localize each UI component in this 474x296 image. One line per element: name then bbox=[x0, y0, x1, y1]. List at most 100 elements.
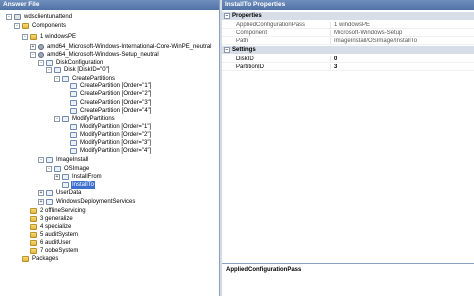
setting-row-diskid[interactable]: DiskID 0 bbox=[222, 55, 474, 63]
setting-name: PartitionID bbox=[236, 63, 265, 70]
expand-icon[interactable]: + bbox=[38, 199, 44, 205]
tree-node[interactable]: + WindowsDeploymentServices bbox=[38, 198, 136, 206]
collapse-icon[interactable]: - bbox=[46, 67, 52, 73]
setting-name: DiskID bbox=[236, 55, 254, 62]
tree-node[interactable]: ModifyPartition [Order="2"] bbox=[62, 131, 152, 139]
item-icon bbox=[70, 140, 77, 146]
tree-node[interactable]: CreatePartition [Order="3"] bbox=[62, 99, 152, 107]
property-row[interactable]: Path ImageInstall/OSImage/InstallTo bbox=[222, 37, 474, 45]
item-icon bbox=[70, 108, 77, 114]
item-icon bbox=[54, 67, 61, 73]
tree-node[interactable]: - Components bbox=[14, 22, 67, 30]
tree-node[interactable]: ModifyPartition [Order="4"] bbox=[62, 147, 152, 155]
collapse-icon[interactable]: − bbox=[224, 13, 230, 19]
collapse-icon[interactable]: - bbox=[30, 52, 36, 58]
tree-node-label: WindowsDeploymentServices bbox=[56, 199, 136, 205]
tree-node-label: ModifyPartition [Order="4"] bbox=[80, 148, 152, 154]
item-icon bbox=[46, 190, 53, 196]
tree-node[interactable]: - ImageInstall bbox=[38, 156, 89, 164]
tree-node[interactable]: - Disk [DiskID="0"] bbox=[46, 66, 110, 74]
tree-node-label: 5 auditSystem bbox=[40, 232, 79, 238]
collapse-icon[interactable]: - bbox=[22, 34, 28, 40]
setting-value[interactable]: 3 bbox=[330, 63, 474, 70]
tree-node[interactable]: + InstallFrom bbox=[54, 173, 103, 181]
tree-node[interactable]: - OSImage bbox=[46, 165, 90, 173]
tree-node-label: ModifyPartition [Order="3"] bbox=[80, 140, 152, 146]
item-icon bbox=[62, 116, 69, 122]
properties-pane: InstallTo Properties − Properties Applie… bbox=[222, 0, 474, 296]
tree-node[interactable]: - amd64_Microsoft-Windows-Setup_neutral bbox=[30, 51, 160, 59]
description-title: AppliedConfigurationPass bbox=[226, 267, 302, 273]
tree-node-label: UserData bbox=[56, 190, 82, 196]
collapse-icon[interactable]: - bbox=[54, 116, 60, 122]
property-value: ImageInstall/OSImage/InstallTo bbox=[330, 37, 474, 44]
component-icon bbox=[38, 44, 44, 50]
expand-icon[interactable]: + bbox=[38, 190, 44, 196]
setting-value[interactable]: 0 bbox=[330, 55, 474, 62]
folder-icon bbox=[30, 232, 37, 238]
properties-section-header[interactable]: − Properties bbox=[222, 12, 474, 20]
properties-section-label: Properties bbox=[232, 13, 262, 19]
tree-node-label: CreatePartition [Order="3"] bbox=[80, 100, 152, 106]
tree-node[interactable]: Packages bbox=[14, 255, 59, 263]
property-row[interactable]: AppliedConfigurationPass 1 windowsPE bbox=[222, 21, 474, 29]
tree-node-label: 7 oobeSystem bbox=[40, 248, 79, 254]
item-icon bbox=[70, 100, 77, 106]
tree-node[interactable]: - wdsclientunattend bbox=[6, 13, 73, 21]
tree-node[interactable]: 3 generalize bbox=[22, 215, 74, 223]
tree-node-label: CreatePartition [Order="1"] bbox=[80, 83, 152, 89]
tree-node[interactable]: ModifyPartition [Order="3"] bbox=[62, 139, 152, 147]
folder-icon bbox=[22, 23, 29, 29]
tree-node[interactable]: 7 oobeSystem bbox=[22, 247, 79, 255]
tree-node[interactable]: CreatePartition [Order="1"] bbox=[62, 82, 152, 90]
collapse-icon[interactable]: - bbox=[54, 76, 60, 82]
collapse-icon[interactable]: - bbox=[38, 60, 44, 66]
properties-title: InstallTo Properties bbox=[222, 0, 474, 10]
tree-node-label: InstallFrom bbox=[72, 174, 102, 180]
item-icon bbox=[46, 157, 53, 163]
item-icon bbox=[70, 91, 77, 97]
collapse-icon[interactable]: - bbox=[46, 166, 52, 172]
collapse-icon[interactable]: − bbox=[224, 47, 230, 53]
component-icon bbox=[38, 52, 44, 58]
tree-node-label: amd64_Microsoft-Windows-Setup_neutral bbox=[47, 52, 159, 58]
collapse-icon[interactable]: - bbox=[6, 14, 12, 20]
tree-node-label: CreatePartition [Order="4"] bbox=[80, 108, 152, 114]
item-icon bbox=[54, 166, 61, 172]
tree-node[interactable]: - 1 windowsPE bbox=[22, 33, 77, 41]
tree-node[interactable]: + UserData bbox=[38, 189, 82, 197]
tree-node-label: ModifyPartition [Order="2"] bbox=[80, 132, 152, 138]
expand-icon[interactable]: + bbox=[54, 174, 60, 180]
answer-file-pane: Answer File - wdsclientunattend - Component… bbox=[0, 0, 220, 296]
tree-node[interactable]: CreatePartition [Order="2"] bbox=[62, 90, 152, 98]
tree-node[interactable]: + amd64_Microsoft-Windows-International-C… bbox=[30, 43, 212, 51]
tree-node-label: ModifyPartitions bbox=[72, 116, 115, 122]
expand-icon[interactable]: + bbox=[30, 44, 36, 50]
folder-icon bbox=[30, 224, 37, 230]
answer-file-tree[interactable]: - wdsclientunattend - Components -1 windowsP… bbox=[0, 11, 219, 296]
tree-node[interactable]: - ModifyPartitions bbox=[54, 115, 116, 123]
folder-icon bbox=[30, 240, 37, 246]
tree-node[interactable]: 4 specialize bbox=[22, 223, 72, 231]
tree-node[interactable]: 2 offlineServicing bbox=[22, 207, 87, 215]
property-row[interactable]: Component Microsoft-Windows-Setup bbox=[222, 29, 474, 37]
folder-icon bbox=[22, 256, 29, 262]
answer-file-title: Answer File bbox=[0, 0, 219, 10]
item-icon bbox=[70, 132, 77, 138]
tree-node-label: 1 windowsPE bbox=[40, 34, 77, 40]
item-icon bbox=[70, 83, 77, 89]
setting-row-partitionid[interactable]: PartitionID 3 bbox=[222, 63, 474, 71]
collapse-icon[interactable]: - bbox=[38, 157, 44, 163]
tree-node-label: 3 generalize bbox=[40, 216, 73, 222]
tree-node[interactable]: 5 auditSystem bbox=[22, 231, 79, 239]
tree-node[interactable]: InstallTo bbox=[54, 181, 96, 189]
tree-node[interactable]: ModifyPartition [Order="1"] bbox=[62, 123, 152, 131]
folder-icon bbox=[30, 248, 37, 254]
settings-section-header[interactable]: − Settings bbox=[222, 46, 474, 54]
tree-node[interactable]: CreatePartition [Order="4"] bbox=[62, 107, 152, 115]
tree-node[interactable]: 6 auditUser bbox=[22, 239, 72, 247]
item-icon bbox=[46, 199, 53, 205]
tree-node-label: 4 specialize bbox=[40, 224, 72, 230]
collapse-icon[interactable]: - bbox=[14, 23, 20, 29]
tree-node-label: wdsclientunattend bbox=[24, 14, 73, 20]
